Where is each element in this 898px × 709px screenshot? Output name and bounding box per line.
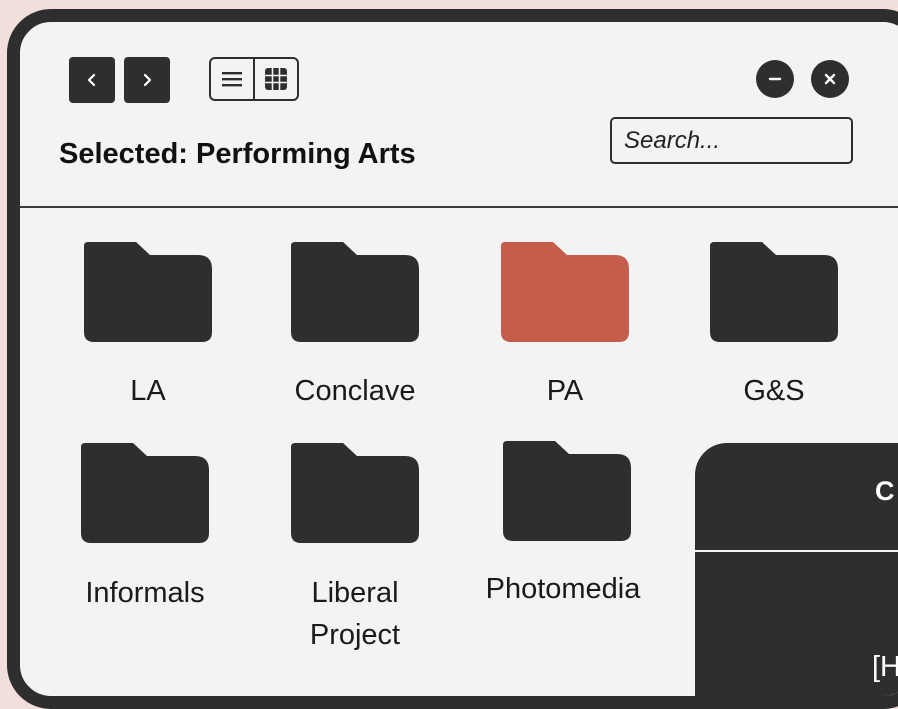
list-icon <box>222 72 242 87</box>
panel-title: C <box>875 476 895 506</box>
folder-icon <box>84 242 212 342</box>
list-view-button[interactable] <box>211 59 253 99</box>
folder-label: Liberal Project <box>309 577 401 651</box>
view-toggle <box>209 57 299 101</box>
grid-view-button[interactable] <box>253 59 297 99</box>
chevron-right-icon <box>143 73 152 87</box>
folder-label: Conclave <box>294 375 416 407</box>
folder-photomedia[interactable] <box>503 441 631 541</box>
folder-conclave[interactable] <box>291 242 419 342</box>
back-button[interactable] <box>69 57 115 103</box>
folder-icon <box>291 242 419 342</box>
minimize-button[interactable] <box>756 60 794 98</box>
minus-icon <box>768 77 782 81</box>
grid-icon <box>265 68 287 90</box>
header-divider <box>20 206 898 208</box>
folder-icon <box>291 443 419 543</box>
folder-icon <box>503 441 631 541</box>
folder-label: G&S <box>743 375 805 407</box>
selected-folder-title: Selected: Performing Arts <box>59 138 416 170</box>
folder-icon <box>501 242 629 342</box>
folder-informals[interactable] <box>81 443 209 543</box>
folder-icon <box>81 443 209 543</box>
search-input[interactable] <box>610 117 853 164</box>
folder-liberal-project[interactable] <box>291 443 419 543</box>
folder-label: PA <box>546 375 584 407</box>
close-icon <box>824 73 836 85</box>
close-button[interactable] <box>811 60 849 98</box>
folder-label: LA <box>130 375 166 407</box>
folder-label: Informals <box>85 577 205 609</box>
folder-gs[interactable] <box>710 242 838 342</box>
folder-la[interactable] <box>84 242 212 342</box>
panel-divider <box>695 550 898 552</box>
folder-icon <box>710 242 838 342</box>
forward-button[interactable] <box>124 57 170 103</box>
folder-label: Photomedia <box>485 573 641 605</box>
panel-text: [H <box>872 651 898 683</box>
side-panel: C [H <box>695 443 898 696</box>
folder-pa-selected[interactable] <box>501 242 629 342</box>
file-browser-window: Selected: Performing Arts LA Conclave PA… <box>7 9 898 709</box>
chevron-left-icon <box>87 73 96 87</box>
